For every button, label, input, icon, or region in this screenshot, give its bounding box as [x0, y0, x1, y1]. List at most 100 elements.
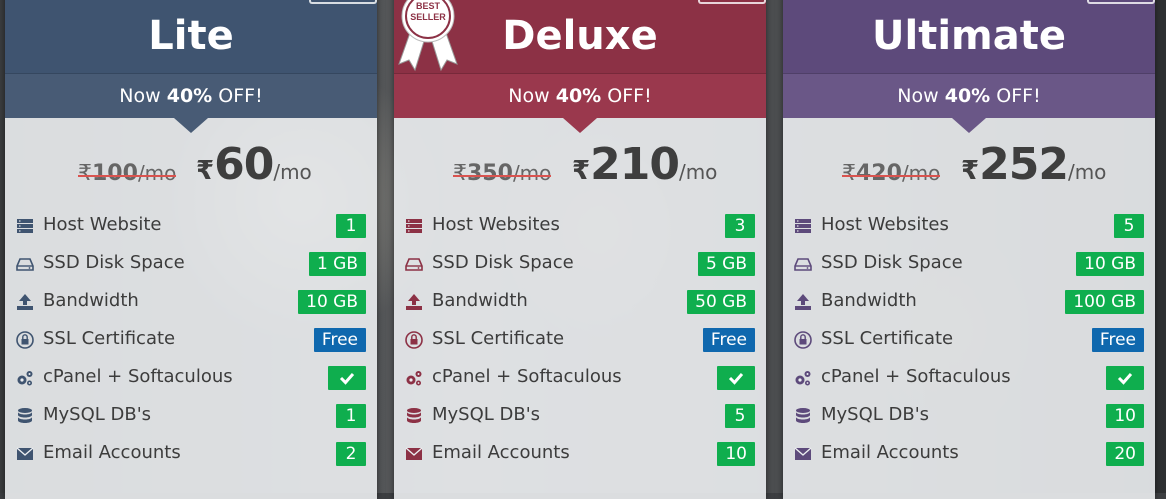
lock-shield-icon	[794, 331, 812, 349]
feature-label: Host Websites	[432, 214, 560, 235]
feature-label: Email Accounts	[43, 442, 181, 463]
database-icon	[405, 407, 423, 425]
strikethrough-line	[842, 174, 941, 177]
offer-suffix: OFF!	[607, 85, 652, 107]
per-month: /mo	[512, 161, 552, 185]
old-price-value: 100	[92, 161, 138, 186]
value-badge: 100 GB	[1065, 290, 1144, 314]
feature-row: MySQL DB's 5	[394, 396, 766, 434]
currency-symbol: ₹	[961, 156, 980, 186]
feature-row: MySQL DB's 10	[783, 396, 1155, 434]
checkmark-icon	[728, 373, 744, 385]
currency-symbol: ₹	[78, 161, 92, 186]
cogs-icon	[405, 369, 423, 387]
offer-banner: Now 40% OFF!	[783, 74, 1155, 133]
feature-row: Bandwidth 50 GB	[394, 282, 766, 320]
feature-row: cPanel + Softaculous	[394, 358, 766, 396]
feature-row: Email Accounts 10	[394, 434, 766, 472]
strikethrough-line	[453, 174, 552, 177]
corner-tab[interactable]	[698, 0, 766, 4]
check-badge	[1106, 366, 1144, 390]
strikethrough-line	[78, 174, 177, 177]
feature-label: SSL Certificate	[432, 328, 565, 349]
old-price: ₹100/mo	[78, 161, 177, 186]
new-price: ₹210/mo	[572, 139, 717, 190]
offer-percent: 40%	[944, 85, 991, 107]
plan-title: Lite	[148, 13, 234, 59]
feature-row: Bandwidth 10 GB	[5, 282, 377, 320]
free-badge: Free	[702, 328, 755, 352]
feature-label: MySQL DB's	[821, 404, 930, 425]
feature-row: cPanel + Softaculous	[783, 358, 1155, 396]
offer-percent: 40%	[555, 85, 602, 107]
feature-row: Email Accounts 2	[5, 434, 377, 472]
offer-suffix: OFF!	[996, 85, 1041, 107]
value-badge: 5	[725, 404, 755, 428]
feature-label: Bandwidth	[821, 290, 917, 311]
price-block: ₹420/mo ₹252/mo	[783, 118, 1155, 206]
checkmark-icon	[339, 373, 355, 385]
old-price: ₹350/mo	[453, 161, 552, 186]
feature-row: Host Websites 3	[394, 206, 766, 244]
old-price: ₹420/mo	[842, 161, 941, 186]
value-badge: 10 GB	[298, 290, 366, 314]
feature-label: SSL Certificate	[821, 328, 954, 349]
feature-row: SSL Certificate Free	[5, 320, 377, 358]
value-badge: 50 GB	[687, 290, 755, 314]
corner-tab[interactable]	[1087, 0, 1155, 4]
feature-row: Bandwidth 100 GB	[783, 282, 1155, 320]
value-badge: 10 GB	[1076, 252, 1144, 276]
server-icon	[405, 217, 423, 235]
ribbon-text-best: BEST	[416, 1, 441, 11]
per-month: /mo	[901, 161, 941, 185]
cogs-icon	[794, 369, 812, 387]
plan-card-lite: Lite Now 40% OFF! ₹100/mo ₹60/mo Host We…	[5, 0, 377, 499]
feature-row: cPanel + Softaculous	[5, 358, 377, 396]
offer-prefix: Now	[897, 85, 939, 107]
feature-row: SSD Disk Space 10 GB	[783, 244, 1155, 282]
new-price: ₹60/mo	[196, 139, 312, 190]
feature-row: Host Website 1	[5, 206, 377, 244]
offer-prefix: Now	[508, 85, 550, 107]
feature-label: SSD Disk Space	[43, 252, 185, 273]
old-price-value: 420	[856, 161, 902, 186]
price-block: ₹100/mo ₹60/mo	[5, 118, 377, 206]
per-month: /mo	[678, 160, 718, 184]
upload-icon	[405, 293, 423, 311]
new-price: ₹252/mo	[961, 139, 1106, 190]
currency-symbol: ₹	[453, 161, 467, 186]
value-badge: 1 GB	[308, 252, 366, 276]
free-badge: Free	[313, 328, 366, 352]
feature-row: SSL Certificate Free	[394, 320, 766, 358]
feature-row: Host Websites 5	[783, 206, 1155, 244]
old-price-value: 350	[467, 161, 513, 186]
feature-list: Host Websites 3 SSD Disk Space 5 GB Bandwidt…	[394, 206, 766, 472]
offer-prefix: Now	[119, 85, 161, 107]
new-price-value: 60	[214, 139, 274, 190]
plan-header: Lite	[5, 0, 377, 74]
value-badge: 1	[336, 214, 366, 238]
lock-shield-icon	[405, 331, 423, 349]
value-badge: 5 GB	[697, 252, 755, 276]
offer-percent: 40%	[166, 85, 213, 107]
feature-row: MySQL DB's 1	[5, 396, 377, 434]
value-badge: 1	[336, 404, 366, 428]
value-badge: 10	[717, 442, 755, 466]
server-icon	[16, 217, 34, 235]
plan-title: Ultimate	[872, 13, 1066, 59]
lock-shield-icon	[16, 331, 34, 349]
feature-row: SSD Disk Space 1 GB	[5, 244, 377, 282]
feature-label: Email Accounts	[821, 442, 959, 463]
corner-tab[interactable]	[309, 0, 377, 4]
new-price-value: 252	[979, 139, 1069, 190]
value-badge: 10	[1106, 404, 1144, 428]
new-price-value: 210	[590, 139, 680, 190]
envelope-icon	[405, 445, 423, 463]
feature-label: cPanel + Softaculous	[43, 366, 233, 387]
free-badge: Free	[1091, 328, 1144, 352]
feature-label: cPanel + Softaculous	[821, 366, 1011, 387]
database-icon	[16, 407, 34, 425]
per-month: /mo	[1067, 160, 1107, 184]
check-badge	[717, 366, 755, 390]
feature-label: Host Websites	[821, 214, 949, 235]
